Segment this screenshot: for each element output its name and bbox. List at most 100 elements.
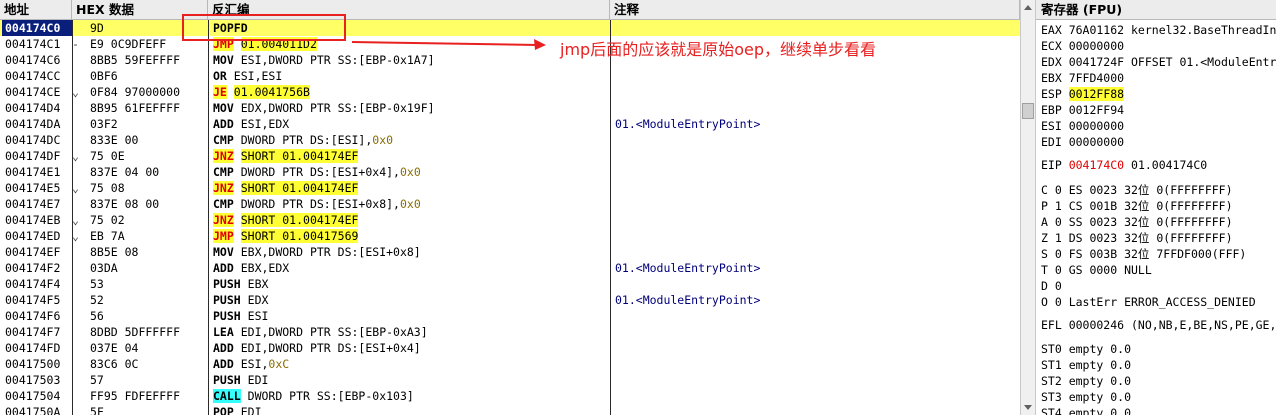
disasm-row[interactable]: 004174F2 03DA ADD EBX,EDX 01.<ModuleEntryPo… (0, 260, 1020, 276)
comment-cell[interactable] (615, 244, 1015, 260)
register-line[interactable]: EIP 004174C0 01.004174C0 (1041, 157, 1207, 173)
address-cell[interactable]: 004174CC (2, 68, 73, 84)
disasm-cell[interactable]: ADD ESI,EDX (213, 116, 609, 132)
disasm-cell[interactable]: CMP DWORD PTR DS:[ESI],0x0 (213, 132, 609, 148)
disasm-row[interactable]: 004174F6 56 PUSH ESI (0, 308, 1020, 324)
register-line[interactable]: P 1 CS 001B 32位 0(FFFFFFFF) (1041, 198, 1233, 214)
disasm-row[interactable]: 004174CC 0BF6 OR ESI,ESI (0, 68, 1020, 84)
disassembly-pane[interactable]: 004174C0 9D POPFD 004174C1- E9 0C9DFEFF JMP 0… (0, 20, 1020, 415)
register-line[interactable]: ST0 empty 0.0 (1041, 341, 1131, 357)
register-line[interactable]: EDX 0041724F OFFSET 01.<ModuleEntryPoint… (1041, 54, 1276, 70)
register-line[interactable]: ST4 empty 0.0 (1041, 405, 1131, 415)
disasm-row[interactable]: 004174ED ⌄ EB 7A JMP SHORT 01.00417569 (0, 228, 1020, 244)
disasm-row[interactable]: 004174CE ⌄ 0F84 97000000 JE 01.0041756B (0, 84, 1020, 100)
address-cell[interactable]: 004174F2 (2, 260, 73, 276)
disasm-row[interactable]: 004174E7 837E 08 00 CMP DWORD PTR DS:[ESI+… (0, 196, 1020, 212)
disasm-cell[interactable]: PUSH EDX (213, 292, 609, 308)
disasm-cell[interactable]: PUSH ESI (213, 308, 609, 324)
disasm-cell[interactable]: MOV EDX,DWORD PTR SS:[EBP-0x19F] (213, 100, 609, 116)
comment-cell[interactable] (615, 228, 1015, 244)
comment-cell[interactable] (615, 340, 1015, 356)
register-line[interactable]: EBP 0012FF94 (1041, 102, 1124, 118)
comment-cell[interactable] (615, 372, 1015, 388)
register-line[interactable]: ESP 0012FF88 (1041, 86, 1125, 102)
register-line[interactable]: Z 1 DS 0023 32位 0(FFFFFFFF) (1041, 230, 1233, 246)
comment-cell[interactable] (615, 276, 1015, 292)
comment-cell[interactable] (615, 308, 1015, 324)
address-cell[interactable]: 00417504 (2, 388, 73, 404)
disasm-cell[interactable]: CALL DWORD PTR SS:[EBP-0x103] (213, 388, 609, 404)
register-line[interactable]: D 0 (1041, 278, 1062, 294)
address-cell[interactable]: 004174DA (2, 116, 73, 132)
address-cell[interactable]: 004174E7 (2, 196, 73, 212)
register-line[interactable]: O 0 LastErr ERROR_ACCESS_DENIED (1041, 294, 1256, 310)
disasm-row[interactable]: 004174F7 8DBD 5DFFFFFF LEA EDI,DWORD PTR S… (0, 324, 1020, 340)
address-cell[interactable]: 004174ED (2, 228, 73, 244)
disasm-row[interactable]: 004174DA 03F2 ADD ESI,EDX 01.<ModuleEntryPo… (0, 116, 1020, 132)
column-header-comment[interactable]: 注释 (610, 0, 1020, 20)
disasm-row[interactable]: 004174DF ⌄ 75 0E JNZ SHORT 01.004174EF (0, 148, 1020, 164)
disasm-row[interactable]: 00417503 57 PUSH EDI (0, 372, 1020, 388)
address-cell[interactable]: 00417500 (2, 356, 73, 372)
disasm-row[interactable]: 00417504 FF95 FDFEFFFF CALL DWORD PTR SS:[… (0, 388, 1020, 404)
disasm-row[interactable]: 004174E1 837E 04 00 CMP DWORD PTR DS:[ESI+… (0, 164, 1020, 180)
scroll-up-icon[interactable] (1024, 5, 1032, 10)
disasm-row[interactable]: 004174DC 833E 00 CMP DWORD PTR DS:[ESI],0x… (0, 132, 1020, 148)
disasm-cell[interactable]: ADD EBX,EDX (213, 260, 609, 276)
register-line[interactable]: EDI 00000000 (1041, 134, 1124, 150)
register-line[interactable]: EAX 76A01162 kernel32.BaseThreadInitThun… (1041, 22, 1276, 38)
disasm-cell[interactable]: PUSH EBX (213, 276, 609, 292)
disassembly-scrollbar[interactable] (1020, 0, 1036, 415)
address-cell[interactable]: 004174EF (2, 244, 73, 260)
comment-cell[interactable] (615, 84, 1015, 100)
address-cell[interactable]: 004174C1 (2, 36, 73, 52)
disasm-row[interactable]: 004174FD 037E 04 ADD EDI,DWORD PTR DS:[ESI… (0, 340, 1020, 356)
disasm-row[interactable]: 00417500 83C6 0C ADD ESI,0xC (0, 356, 1020, 372)
scroll-down-icon[interactable] (1024, 405, 1032, 410)
comment-cell[interactable] (615, 132, 1015, 148)
disasm-cell[interactable]: ADD EDI,DWORD PTR DS:[ESI+0x4] (213, 340, 609, 356)
register-line[interactable]: ST3 empty 0.0 (1041, 389, 1131, 405)
address-cell[interactable]: 004174DC (2, 132, 73, 148)
comment-cell[interactable]: 01.<ModuleEntryPoint> (615, 292, 1015, 308)
disasm-cell[interactable]: LEA EDI,DWORD PTR SS:[EBP-0xA3] (213, 324, 609, 340)
address-cell[interactable]: 004174F5 (2, 292, 73, 308)
register-line[interactable]: S 0 FS 003B 32位 7FFDF000(FFF) (1041, 246, 1246, 262)
register-line[interactable]: C 0 ES 0023 32位 0(FFFFFFFF) (1041, 182, 1233, 198)
comment-cell[interactable] (615, 356, 1015, 372)
address-cell[interactable]: 004174FD (2, 340, 73, 356)
disasm-cell[interactable]: MOV EBX,DWORD PTR DS:[ESI+0x8] (213, 244, 609, 260)
address-cell[interactable]: 004174E5 (2, 180, 73, 196)
address-cell[interactable]: 004174EB (2, 212, 73, 228)
register-line[interactable]: EFL 00000246 (NO,NB,E,BE,NS,PE,GE,LE) (1041, 317, 1276, 333)
comment-cell[interactable] (615, 68, 1015, 84)
disasm-cell[interactable]: MOV ESI,DWORD PTR SS:[EBP-0x1A7] (213, 52, 609, 68)
address-cell[interactable]: 004174F6 (2, 308, 73, 324)
comment-cell[interactable] (615, 180, 1015, 196)
comment-cell[interactable] (615, 20, 1015, 36)
disasm-cell[interactable]: CMP DWORD PTR DS:[ESI+0x8],0x0 (213, 196, 609, 212)
register-line[interactable]: EBX 7FFD4000 (1041, 70, 1124, 86)
disasm-row[interactable]: 004174E5 ⌄ 75 08 JNZ SHORT 01.004174EF (0, 180, 1020, 196)
comment-cell[interactable]: 01.<ModuleEntryPoint> (615, 116, 1015, 132)
address-cell[interactable]: 004174C0 (2, 20, 73, 36)
disasm-row[interactable]: 004174F4 53 PUSH EBX (0, 276, 1020, 292)
address-cell[interactable]: 0041750A (2, 404, 73, 415)
address-cell[interactable]: 004174CE (2, 84, 73, 100)
comment-cell[interactable] (615, 100, 1015, 116)
comment-cell[interactable] (615, 388, 1015, 404)
register-value[interactable]: 0012FF88 (1068, 87, 1125, 101)
scroll-thumb[interactable] (1022, 103, 1034, 119)
address-cell[interactable]: 004174F4 (2, 276, 73, 292)
address-cell[interactable]: 004174E1 (2, 164, 73, 180)
registers-pane[interactable]: 寄存器 (FPU) EAX 76A01162 kernel32.BaseThre… (1036, 0, 1276, 415)
disasm-row[interactable]: 004174D4 8B95 61FEFFFF MOV EDX,DWORD PTR S… (0, 100, 1020, 116)
comment-cell[interactable] (615, 212, 1015, 228)
disasm-row[interactable]: 004174EB ⌄ 75 02 JNZ SHORT 01.004174EF (0, 212, 1020, 228)
disasm-cell[interactable]: OR ESI,ESI (213, 68, 609, 84)
disasm-cell[interactable]: ADD ESI,0xC (213, 356, 609, 372)
disasm-cell[interactable]: PUSH EDI (213, 372, 609, 388)
register-line[interactable]: ECX 00000000 (1041, 38, 1124, 54)
disasm-cell[interactable]: JNZ SHORT 01.004174EF (213, 212, 609, 228)
disasm-cell[interactable]: JNZ SHORT 01.004174EF (213, 148, 609, 164)
